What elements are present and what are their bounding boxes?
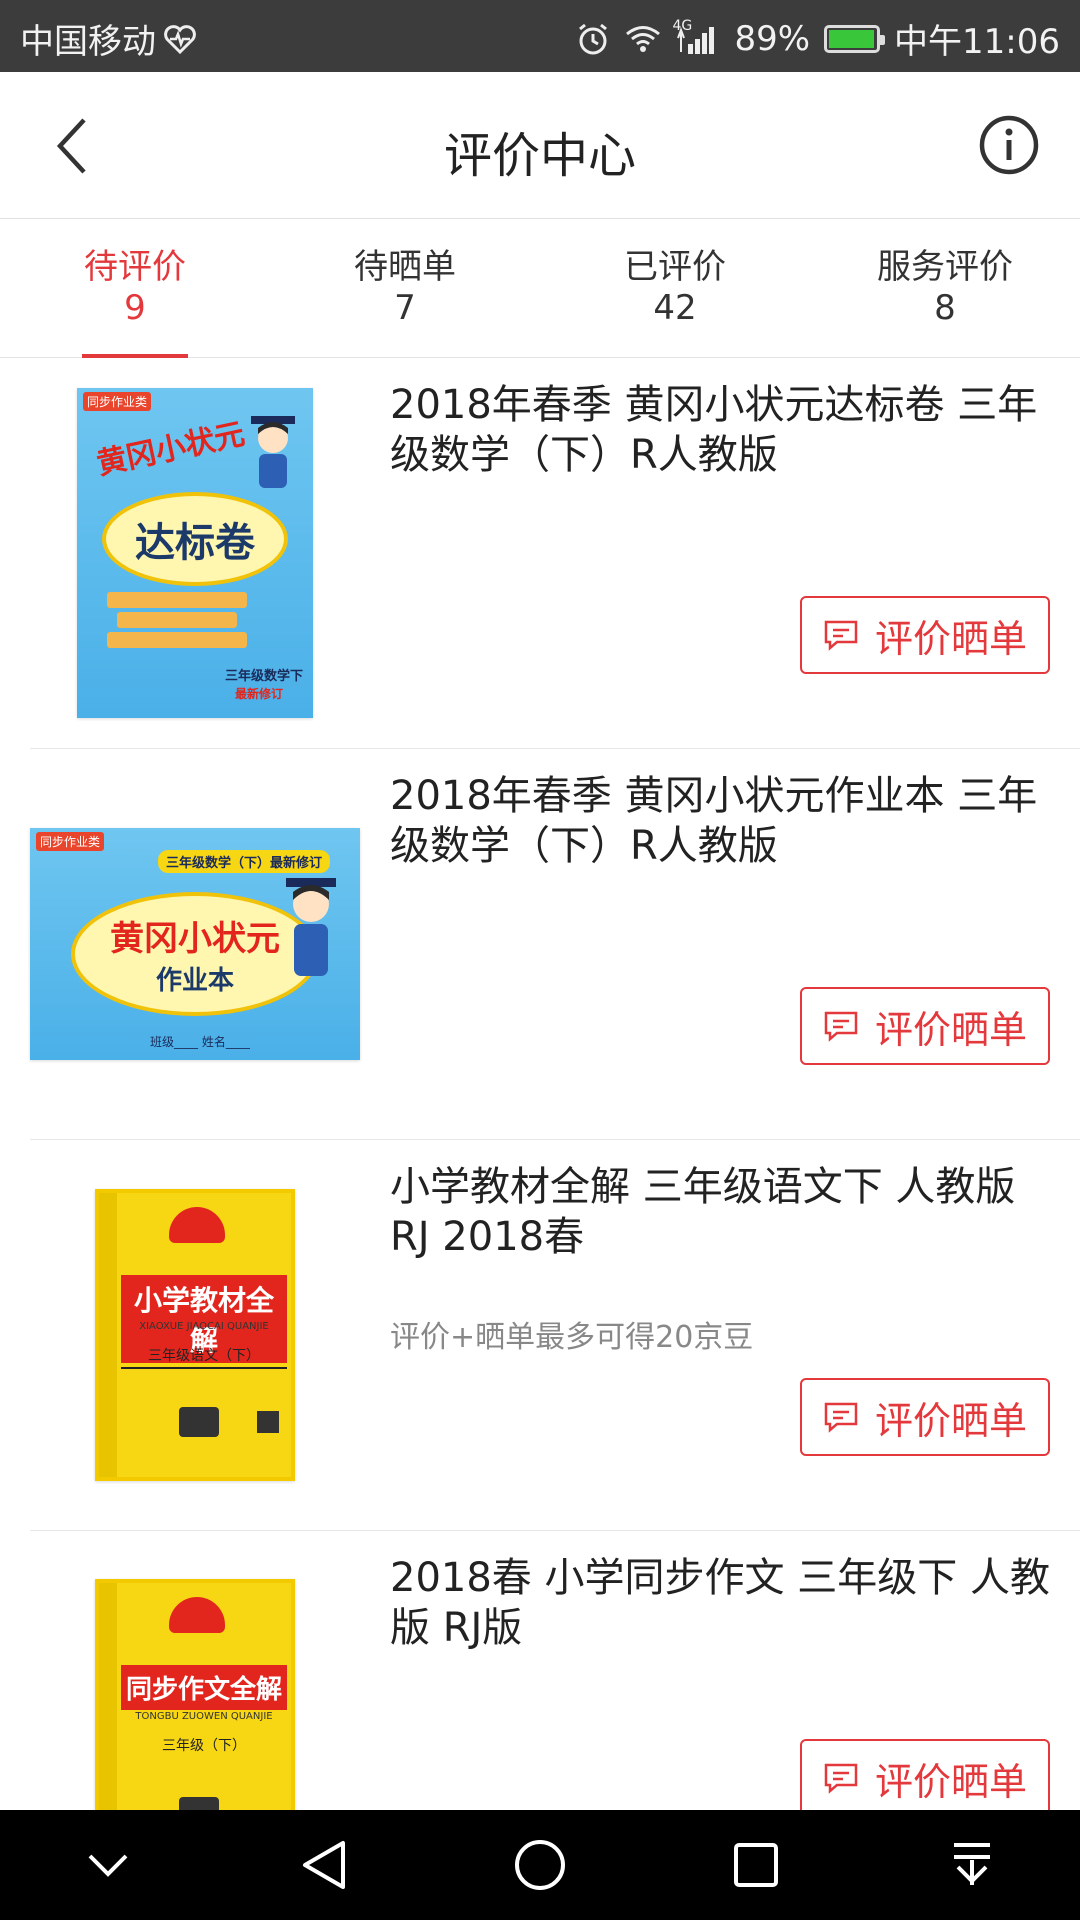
review-show-label: 评价晒单 [874, 1398, 1027, 1443]
tab-label: 待晒单 [354, 247, 456, 287]
nav-home-button[interactable] [500, 1825, 580, 1905]
cover-name: 同步作文全解 [121, 1665, 287, 1710]
book-spine [99, 1583, 117, 1810]
review-list[interactable]: 同步作业类 黄冈小状元 达标卷 三年级数学下 最新修订 2018年春季 黄冈小状… [0, 358, 1080, 1810]
cartoon-boy-illustration [243, 412, 303, 492]
cover-pinyin: XIAOXUE JIAOCAI QUANJIE [139, 1321, 269, 1332]
cover-series: 黄冈小状元 [110, 919, 280, 959]
product-title[interactable]: 2018春 小学同步作文 三年级下 人教版 RJ版 [390, 1553, 1060, 1653]
notification-pull-icon [954, 1843, 990, 1885]
cover-name: 作业本 [155, 966, 234, 996]
page-title: 评价中心 [443, 128, 636, 184]
cover-pinyin: TONGBU ZUOWEN QUANJIE [135, 1711, 273, 1722]
tab-reviewed[interactable]: 已评价 42 [540, 219, 810, 357]
cover-grade: 三年级数学下 [224, 669, 303, 684]
list-item[interactable]: 同步作业类 三年级数学（下）最新修订 黄冈小状元 作业本 班级____ 姓名__… [30, 749, 1080, 1140]
book-cover-image: 小学教材全解 XIAOXUE JIAOCAI QUANJIE 三年级语文（下） [95, 1189, 295, 1481]
list-item[interactable]: 小学教材全解 XIAOXUE JIAOCAI QUANJIE 三年级语文（下） … [30, 1140, 1080, 1531]
cover-note: 最新修订 [234, 687, 283, 701]
nav-back-button[interactable] [284, 1825, 364, 1905]
info-button[interactable] [978, 114, 1040, 176]
product-title[interactable]: 小学教材全解 三年级语文下 人教版 RJ 2018春 [390, 1162, 1060, 1262]
book-cover-image: 同步作业类 三年级数学（下）最新修订 黄冈小状元 作业本 班级____ 姓名__… [30, 828, 360, 1060]
cover-series: 黄冈小状元 [93, 416, 248, 483]
review-show-button[interactable]: 评价晒单 [800, 987, 1050, 1065]
tab-count: 7 [394, 288, 416, 328]
treasure-chest-icon [179, 1797, 219, 1810]
treasure-chest-icon [179, 1407, 219, 1437]
product-title[interactable]: 2018年春季 黄冈小状元作业本 三年级数学（下）R人教版 [390, 771, 1060, 871]
info-icon [979, 115, 1039, 175]
product-title[interactable]: 2018年春季 黄冈小状元达标卷 三年级数学（下）R人教版 [390, 380, 1060, 480]
cover-note: 班级____ 姓名____ [150, 1035, 250, 1049]
status-bar: 中国移动 4G 89% 中午11:06 [0, 0, 1080, 72]
review-show-label: 评价晒单 [874, 1759, 1027, 1804]
comment-icon [824, 620, 858, 651]
product-thumbnail[interactable]: 同步作文全解 TONGBU ZUOWEN QUANJIE 三年级（下） [30, 1531, 360, 1810]
product-thumbnail[interactable]: 小学教材全解 XIAOXUE JIAOCAI QUANJIE 三年级语文（下） [30, 1140, 360, 1530]
cover-tag: 同步作业类 [83, 392, 152, 411]
book-cover-image: 同步作业类 黄冈小状元 达标卷 三年级数学下 最新修订 [77, 388, 313, 718]
back-triangle-icon [303, 1841, 345, 1889]
tab-count: 8 [934, 288, 956, 328]
nav-recents-button[interactable] [716, 1825, 796, 1905]
recents-square-icon [734, 1843, 778, 1887]
tab-service-review[interactable]: 服务评价 8 [810, 219, 1080, 357]
system-nav-bar [0, 1810, 1080, 1920]
emblem-icon [169, 1207, 225, 1243]
cover-name: 达标卷 [102, 492, 288, 586]
battery-icon [824, 24, 886, 53]
cover-tag: 同步作业类 [36, 832, 105, 851]
notification-pull-button[interactable] [932, 1825, 1012, 1905]
cover-grade: 三年级（下） [162, 1738, 246, 1754]
collapse-icon [88, 1854, 128, 1877]
qr-code-icon [257, 1411, 279, 1433]
tab-count: 42 [653, 288, 697, 328]
heart-rate-icon [164, 24, 196, 54]
tab-label: 待评价 [84, 247, 186, 287]
book-spine [99, 1193, 117, 1477]
tab-bar: 待评价 9 待晒单 7 已评价 42 服务评价 8 [0, 219, 1080, 358]
product-thumbnail[interactable]: 同步作业类 黄冈小状元 达标卷 三年级数学下 最新修订 [30, 358, 360, 748]
alarm-icon [576, 22, 610, 56]
home-circle-icon [515, 1840, 565, 1890]
comment-icon [824, 1402, 858, 1433]
tab-label: 服务评价 [877, 247, 1013, 287]
signal-icon: 4G [672, 18, 720, 54]
promo-text: 评价+晒单最多可得20京豆 [390, 1320, 754, 1355]
tab-label: 已评价 [624, 247, 726, 287]
tab-pending-review[interactable]: 待评价 9 [0, 219, 270, 358]
review-show-button[interactable]: 评价晒单 [800, 1378, 1050, 1456]
clock: 中午11:06 [894, 22, 1060, 62]
review-show-label: 评价晒单 [874, 616, 1027, 661]
emblem-icon [169, 1597, 225, 1633]
list-item[interactable]: 同步作业类 黄冈小状元 达标卷 三年级数学下 最新修订 2018年春季 黄冈小状… [30, 358, 1080, 749]
carrier-label: 中国移动 [20, 22, 156, 62]
cover-ribbons [107, 588, 247, 652]
wifi-icon [624, 24, 662, 54]
network-type-label: 4G [672, 17, 693, 34]
tab-count: 9 [124, 288, 146, 328]
product-thumbnail[interactable]: 同步作业类 三年级数学（下）最新修订 黄冈小状元 作业本 班级____ 姓名__… [30, 749, 360, 1139]
battery-percent: 89% [734, 18, 811, 59]
cover-grade: 三年级数学（下）最新修订 [158, 850, 331, 873]
comment-icon [824, 1763, 858, 1794]
review-show-button[interactable]: 评价晒单 [800, 596, 1050, 674]
list-item[interactable]: 同步作文全解 TONGBU ZUOWEN QUANJIE 三年级（下） 2018… [30, 1531, 1080, 1810]
book-cover-image: 同步作文全解 TONGBU ZUOWEN QUANJIE 三年级（下） [95, 1579, 295, 1810]
review-show-button[interactable]: 评价晒单 [800, 1739, 1050, 1810]
collapse-button[interactable] [68, 1825, 148, 1905]
battery-fill [829, 29, 874, 48]
app-header: 评价中心 [0, 72, 1080, 219]
comment-icon [824, 1011, 858, 1042]
cover-grade: 三年级语文（下） [121, 1345, 287, 1369]
tab-pending-show-order[interactable]: 待晒单 7 [270, 219, 540, 357]
review-show-label: 评价晒单 [874, 1007, 1027, 1052]
cartoon-boy-illustration [276, 872, 346, 982]
